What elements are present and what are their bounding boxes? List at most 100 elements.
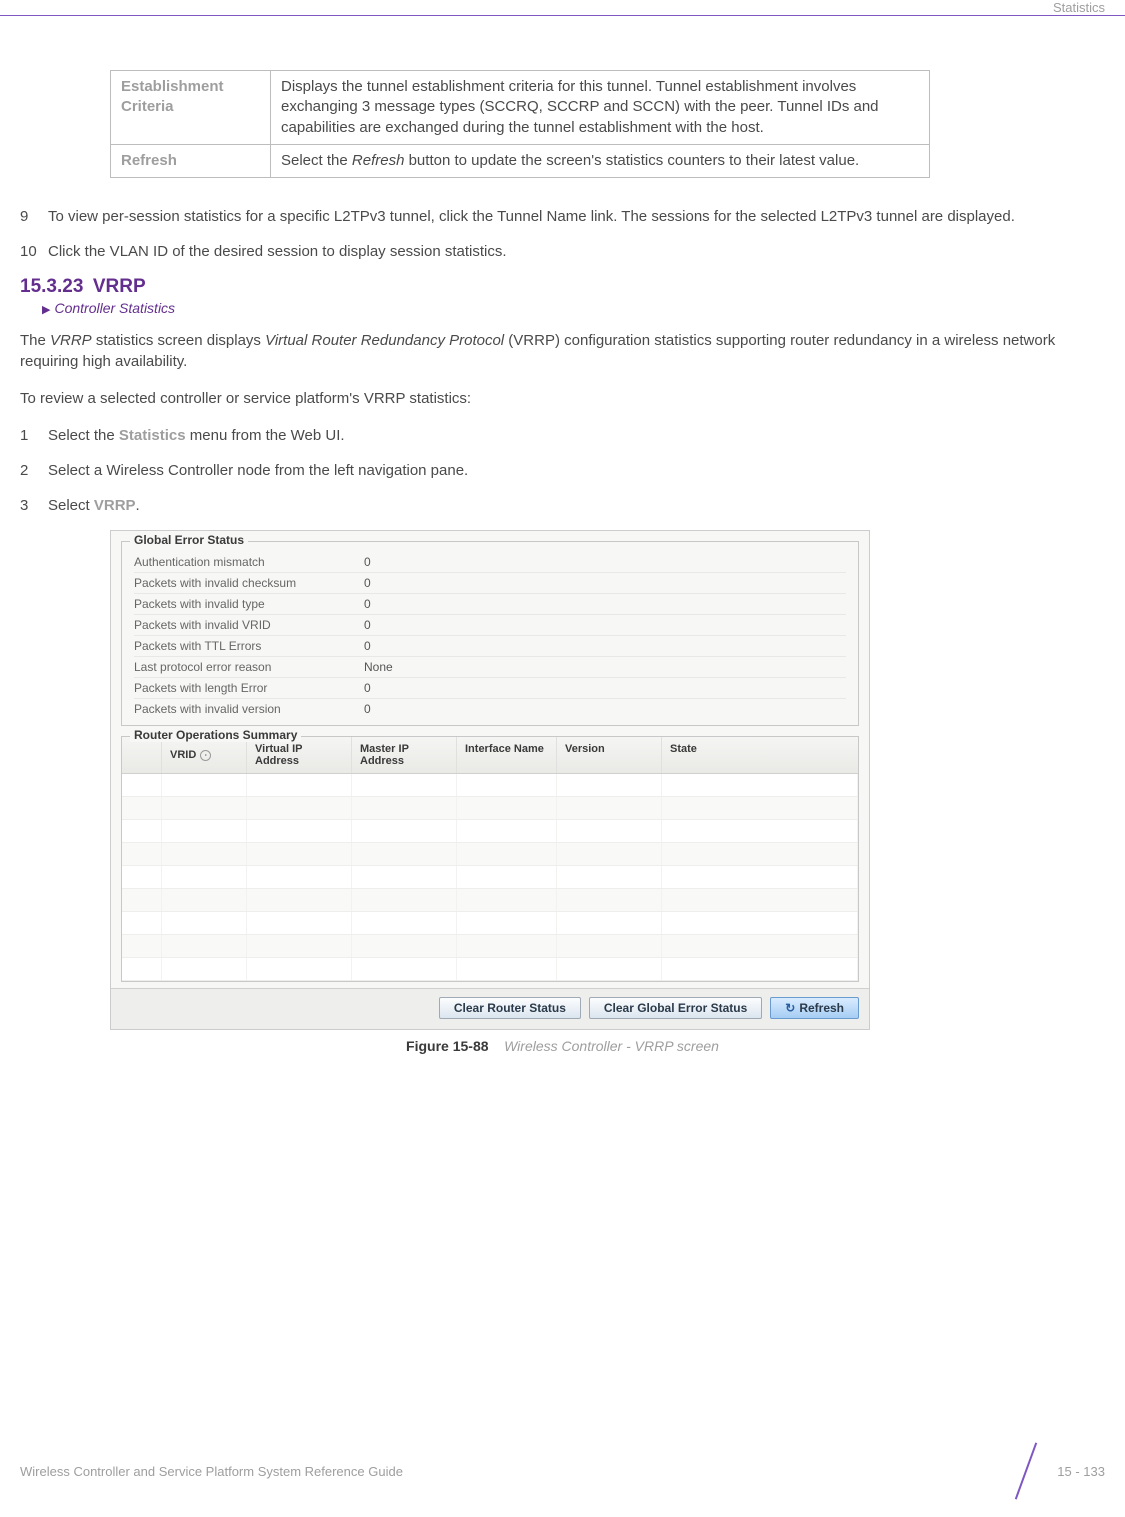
step-text: Select a Wireless Controller node from t… xyxy=(48,460,1105,481)
column-header[interactable]: Master IP Address xyxy=(352,737,457,773)
page-number: 15 - 133 xyxy=(1057,1464,1105,1479)
column-header[interactable]: Virtual IP Address xyxy=(247,737,352,773)
row-label: Establishment Criteria xyxy=(111,71,271,145)
refresh-label: Refresh xyxy=(799,1001,844,1015)
text: Select the xyxy=(281,152,352,169)
figure-label: Figure 15-88 xyxy=(406,1038,488,1054)
text: . xyxy=(136,497,140,514)
status-row: Packets with invalid VRID0 xyxy=(134,615,846,636)
breadcrumb-arrow-icon: ▶ xyxy=(42,304,50,316)
table-row: Refresh Select the Refresh button to upd… xyxy=(111,144,930,177)
status-row: Packets with invalid version0 xyxy=(134,699,846,719)
step-text: To view per-session statistics for a spe… xyxy=(48,206,1105,227)
status-value: 0 xyxy=(364,555,371,569)
status-value: 0 xyxy=(364,702,371,716)
column-header[interactable]: State xyxy=(662,737,858,773)
page-footer: Wireless Controller and Service Platform… xyxy=(20,1447,1105,1495)
table-row xyxy=(122,958,858,981)
step-number: 10 xyxy=(20,241,48,262)
table-row xyxy=(122,797,858,820)
table-row xyxy=(122,935,858,958)
router-table-body xyxy=(122,774,858,981)
section-heading: 15.3.23 VRRP xyxy=(20,276,1105,298)
step-number: 9 xyxy=(20,206,48,227)
page-content: Establishment Criteria Displays the tunn… xyxy=(20,70,1105,1054)
status-row: Packets with length Error0 xyxy=(134,678,846,699)
step-number: 3 xyxy=(20,495,48,516)
step-text: Select the Statistics menu from the Web … xyxy=(48,425,1105,446)
bold-text: Statistics xyxy=(119,427,186,444)
text: menu from the Web UI. xyxy=(186,427,345,444)
sort-icon[interactable]: ⋅ xyxy=(200,750,211,761)
status-value: 0 xyxy=(364,639,371,653)
step-item: 2 Select a Wireless Controller node from… xyxy=(20,460,1105,481)
table-row xyxy=(122,820,858,843)
row-label: Refresh xyxy=(111,144,271,177)
step-list-a: 9 To view per-session statistics for a s… xyxy=(20,206,1105,262)
row-desc: Displays the tunnel establishment criter… xyxy=(271,71,930,145)
paragraph: The VRRP statistics screen displays Virt… xyxy=(20,330,1105,372)
refresh-icon: ↻ xyxy=(785,1001,795,1015)
text: Select xyxy=(48,497,94,514)
column-header[interactable]: Version xyxy=(557,737,662,773)
column-header[interactable]: Interface Name xyxy=(457,737,557,773)
panel-legend: Router Operations Summary xyxy=(130,728,301,742)
text: VRID xyxy=(170,749,196,761)
italic-text: VRRP xyxy=(50,332,92,349)
top-divider xyxy=(0,15,1125,16)
step-item: 3 Select VRRP. xyxy=(20,495,1105,516)
status-value: 0 xyxy=(364,576,371,590)
vrrp-screenshot: Global Error Status Authentication misma… xyxy=(110,530,870,1030)
status-value: None xyxy=(364,660,393,674)
text: button to update the screen's statistics… xyxy=(404,152,859,169)
italic-text: Virtual Router Redundancy Protocol xyxy=(265,332,504,349)
panel-legend: Global Error Status xyxy=(130,533,248,547)
row-desc: Select the Refresh button to update the … xyxy=(271,144,930,177)
column-header-vrid[interactable]: VRID ⋅ xyxy=(162,737,247,773)
footer-slash-icon xyxy=(1001,1447,1049,1495)
breadcrumb[interactable]: ▶ Controller Statistics xyxy=(42,300,1105,316)
step-number: 2 xyxy=(20,460,48,481)
status-key: Packets with invalid version xyxy=(134,702,364,716)
step-item: 10 Click the VLAN ID of the desired sess… xyxy=(20,241,1105,262)
table-row xyxy=(122,912,858,935)
status-row: Authentication mismatch0 xyxy=(134,552,846,573)
clear-global-error-status-button[interactable]: Clear Global Error Status xyxy=(589,997,762,1019)
field-description-table: Establishment Criteria Displays the tunn… xyxy=(110,70,930,178)
clear-router-status-button[interactable]: Clear Router Status xyxy=(439,997,581,1019)
refresh-button[interactable]: ↻ Refresh xyxy=(770,997,859,1019)
text: statistics screen displays xyxy=(92,332,265,349)
status-key: Authentication mismatch xyxy=(134,555,364,569)
status-value: 0 xyxy=(364,681,371,695)
text: Select the xyxy=(48,427,119,444)
step-text: Select VRRP. xyxy=(48,495,1105,516)
footer-left-text: Wireless Controller and Service Platform… xyxy=(20,1464,403,1479)
breadcrumb-text: Controller Statistics xyxy=(54,300,175,316)
status-value: 0 xyxy=(364,597,371,611)
status-row: Packets with invalid type0 xyxy=(134,594,846,615)
router-ops-summary-panel: Router Operations Summary VRID⋅ Virtual … xyxy=(121,736,859,982)
figure-caption-text: Wireless Controller - VRRP screen xyxy=(504,1038,719,1054)
status-key: Packets with TTL Errors xyxy=(134,639,364,653)
column-header[interactable] xyxy=(122,737,162,773)
button-bar: Clear Router Status Clear Global Error S… xyxy=(111,988,869,1029)
table-row xyxy=(122,866,858,889)
global-error-status-panel: Global Error Status Authentication misma… xyxy=(121,541,859,726)
text: The xyxy=(20,332,50,349)
table-row xyxy=(122,843,858,866)
section-title-text: VRRP xyxy=(93,276,146,297)
status-row: Packets with TTL Errors0 xyxy=(134,636,846,657)
bold-text: VRRP xyxy=(94,497,136,514)
status-row: Packets with invalid checksum0 xyxy=(134,573,846,594)
table-row xyxy=(122,889,858,912)
status-key: Packets with invalid type xyxy=(134,597,364,611)
header-section-label: Statistics xyxy=(1053,0,1105,15)
step-text: Click the VLAN ID of the desired session… xyxy=(48,241,1105,262)
table-row: Establishment Criteria Displays the tunn… xyxy=(111,71,930,145)
italic-text: Refresh xyxy=(352,152,405,169)
paragraph: To review a selected controller or servi… xyxy=(20,388,1105,409)
step-number: 1 xyxy=(20,425,48,446)
table-row xyxy=(122,774,858,797)
status-key: Packets with length Error xyxy=(134,681,364,695)
figure-caption: Figure 15-88 Wireless Controller - VRRP … xyxy=(20,1038,1105,1054)
